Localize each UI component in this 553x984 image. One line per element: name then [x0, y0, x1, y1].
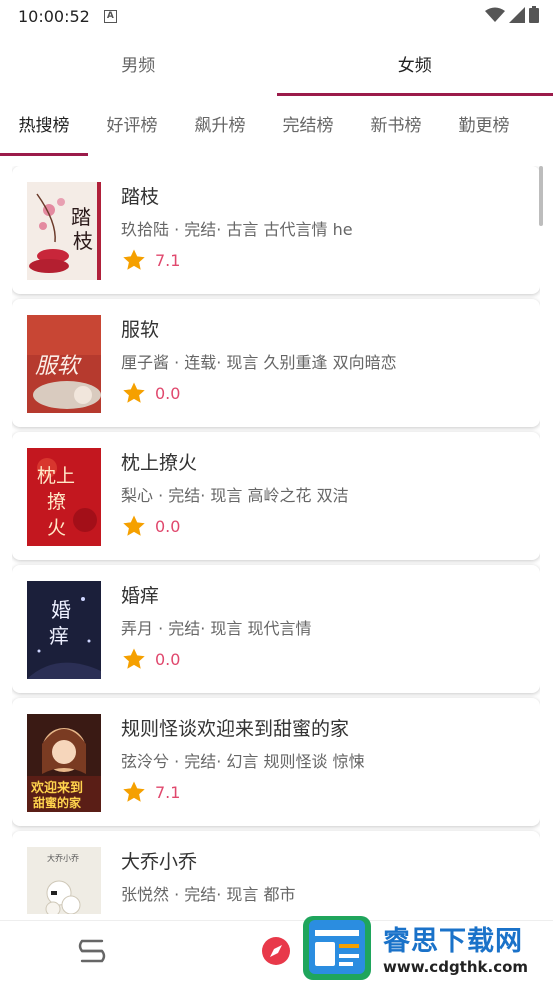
book-cover: 枕上撩火 [27, 448, 101, 546]
book-meta: 弄月 · 完结· 现言 现代言情 [121, 619, 312, 638]
book-card[interactable]: 踏枝 踏枝 玖拾陆 · 完结· 古言 古代言情 he 7.1 [12, 166, 540, 294]
book-meta: 弦泠兮 · 完结· 幻言 规则怪谈 惊悚 [121, 752, 365, 771]
rating-value: 7.1 [155, 782, 181, 802]
book-rating: 7.1 [121, 248, 180, 272]
notification-a-icon: A [103, 9, 117, 23]
book-title: 踏枝 [121, 186, 160, 208]
svg-text:甜蜜的家: 甜蜜的家 [33, 795, 82, 810]
book-card[interactable]: 大乔小乔 大乔小乔 张悦然 · 完结· 现言 都市 [12, 831, 540, 914]
book-cover: 欢迎来到 甜蜜的家 [27, 714, 101, 812]
wifi-icon [485, 7, 505, 22]
battery-icon [529, 6, 539, 23]
book-card[interactable]: 枕上撩火 枕上撩火 梨心 · 完结· 现言 高岭之花 双洁 0.0 [12, 432, 540, 560]
svg-text:服软: 服软 [35, 354, 82, 379]
tab-top-rated[interactable]: 好评榜 [88, 100, 176, 156]
book-cover: 大乔小乔 [27, 847, 101, 914]
tab-male[interactable]: 男频 [0, 38, 277, 96]
book-title: 规则怪谈欢迎来到甜蜜的家 [121, 718, 350, 740]
book-title: 婚痒 [121, 585, 160, 607]
status-bar: 10:00:52 A [0, 0, 553, 32]
star-icon [123, 781, 145, 802]
bookshelf-icon[interactable] [76, 935, 108, 971]
rating-value: 0.0 [155, 383, 181, 403]
watermark-logo [303, 916, 371, 980]
svg-text:枕上: 枕上 [37, 465, 75, 487]
book-card[interactable]: 欢迎来到 甜蜜的家 规则怪谈欢迎来到甜蜜的家 弦泠兮 · 完结· 幻言 规则怪谈 … [12, 698, 540, 826]
book-rating: 0.0 [121, 514, 180, 538]
rating-value: 7.1 [155, 250, 181, 270]
star-icon [123, 249, 145, 270]
star-icon [123, 515, 145, 536]
tab-rising[interactable]: 飙升榜 [176, 100, 264, 156]
svg-text:婚: 婚 [51, 598, 71, 622]
book-meta: 梨心 · 完结· 现言 高岭之花 双洁 [121, 486, 349, 505]
book-cover: 婚痒 [27, 581, 101, 679]
tab-new-books[interactable]: 新书榜 [352, 100, 440, 156]
ranking-tabs: 热搜榜 好评榜 飙升榜 完结榜 新书榜 勤更榜 [0, 100, 553, 156]
watermark-url: www.cdgthk.com [383, 957, 529, 976]
book-title: 大乔小乔 [121, 851, 198, 873]
svg-text:踏: 踏 [71, 205, 91, 229]
svg-text:欢迎来到: 欢迎来到 [30, 780, 83, 796]
star-icon [123, 648, 145, 669]
compass-icon[interactable] [260, 935, 292, 971]
book-title: 服软 [121, 319, 160, 341]
book-rating: 0.0 [121, 647, 180, 671]
gender-tabs: 男频 女频 [0, 38, 553, 96]
book-title: 枕上撩火 [121, 452, 198, 474]
book-card[interactable]: 服软 服软 厘子酱 · 连载· 现言 久别重逢 双向暗恋 0.0 [12, 299, 540, 427]
svg-text:枝: 枝 [73, 229, 93, 253]
book-meta: 玖拾陆 · 完结· 古言 古代言情 he [121, 220, 353, 239]
watermark: 睿思下载网 www.cdgthk.com [301, 910, 549, 984]
tab-female[interactable]: 女频 [276, 38, 553, 96]
rating-value: 0.0 [155, 649, 181, 669]
book-rating: 7.1 [121, 780, 180, 804]
book-card[interactable]: 婚痒 婚痒 弄月 · 完结· 现言 现代言情 0.0 [12, 565, 540, 693]
tab-hot-search[interactable]: 热搜榜 [0, 100, 88, 156]
watermark-title: 睿思下载网 [383, 925, 523, 957]
star-icon [123, 382, 145, 403]
book-meta: 张悦然 · 完结· 现言 都市 [121, 885, 296, 904]
svg-text:撩: 撩 [47, 491, 66, 513]
book-rating: 0.0 [121, 381, 180, 405]
tab-completed[interactable]: 完结榜 [264, 100, 352, 156]
signal-icon [509, 6, 525, 23]
status-icons [485, 6, 539, 23]
tab-frequent-update[interactable]: 勤更榜 [440, 100, 528, 156]
svg-text:大乔小乔: 大乔小乔 [47, 853, 79, 863]
book-cover: 服软 [27, 315, 101, 413]
status-time: 10:00:52 [18, 6, 90, 26]
rating-value: 0.0 [155, 516, 181, 536]
book-meta: 厘子酱 · 连载· 现言 久别重逢 双向暗恋 [121, 353, 397, 372]
svg-text:火: 火 [47, 517, 66, 539]
book-list[interactable]: 踏枝 踏枝 玖拾陆 · 完结· 古言 古代言情 he 7.1 服软 服软 厘子酱… [12, 166, 540, 914]
book-cover: 踏枝 [27, 182, 101, 280]
svg-text:痒: 痒 [49, 624, 69, 648]
scrollbar[interactable] [539, 166, 543, 226]
